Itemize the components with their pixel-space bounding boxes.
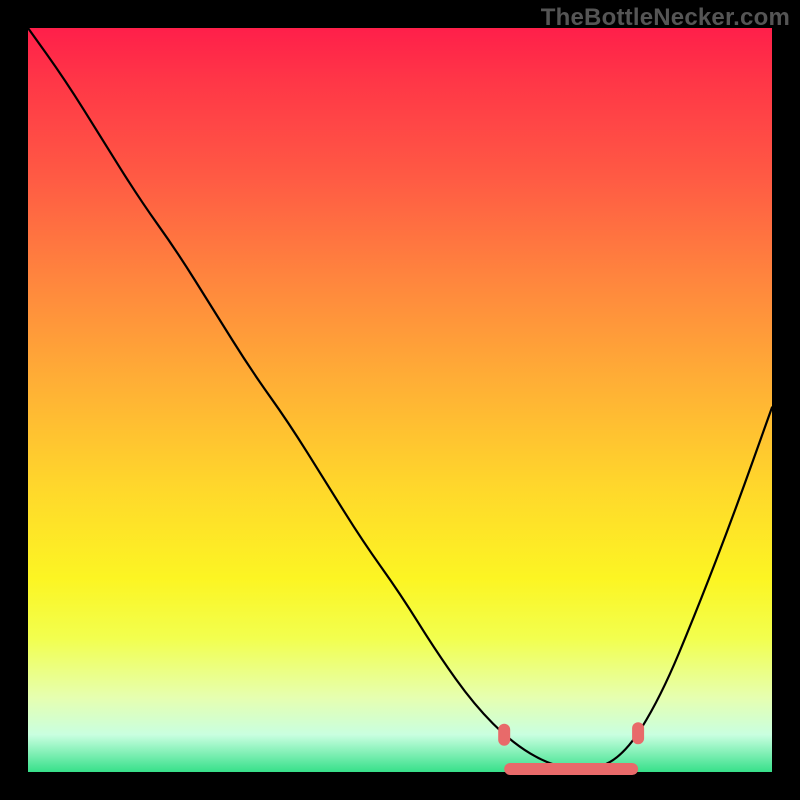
optimal-range-pill [504,763,638,775]
optimal-end-bead [632,722,644,744]
plot-border-bottom [0,772,800,800]
optimal-start-bead [498,724,510,746]
watermark-text: TheBottleNecker.com [541,4,790,32]
plot-border-left [0,0,28,800]
plot-border-right [772,0,800,800]
bottleneck-curve-line [28,28,772,770]
plot-area [28,28,772,772]
bottleneck-curve-svg [28,28,772,772]
optimal-range-markers [498,722,644,775]
chart-frame: TheBottleNecker.com [0,0,800,800]
